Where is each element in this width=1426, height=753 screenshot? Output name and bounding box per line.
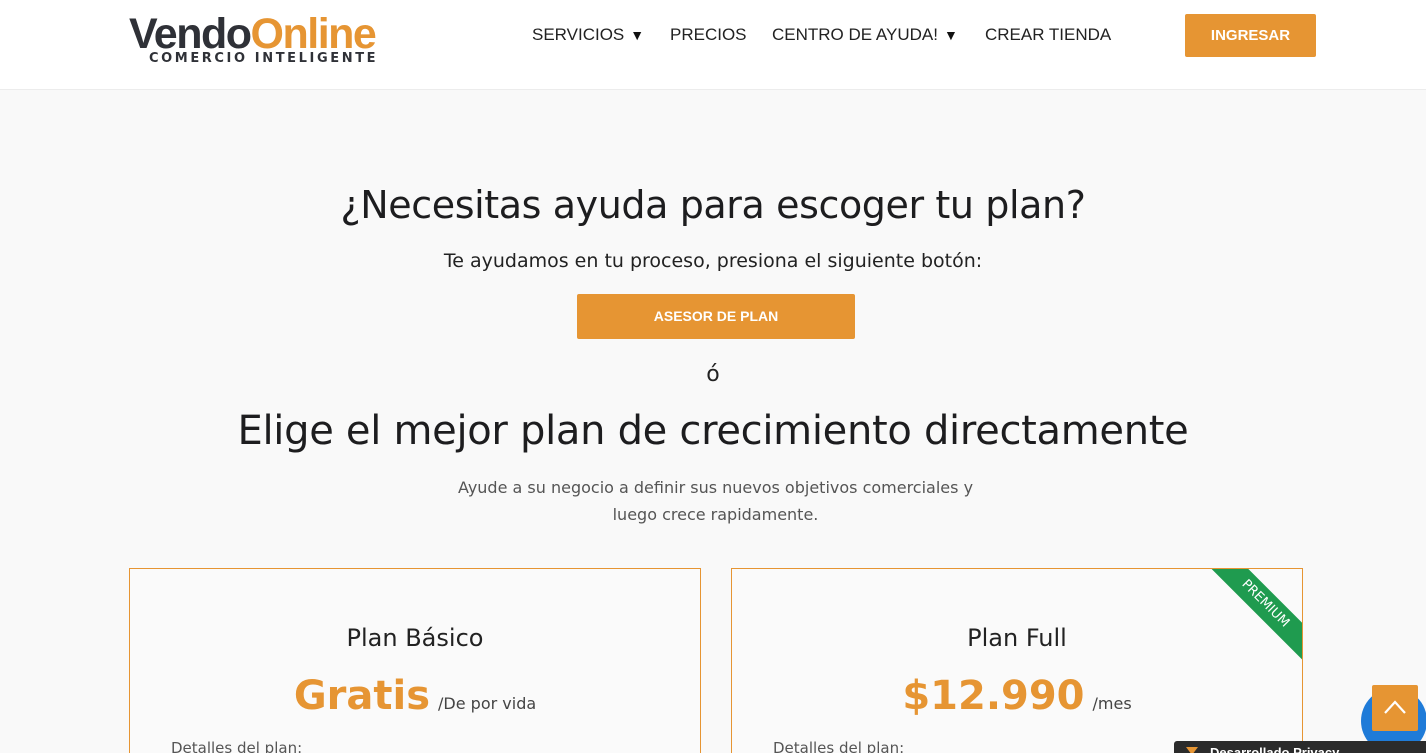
plan-period: /mes — [1092, 694, 1132, 713]
login-button[interactable]: INGRESAR — [1185, 14, 1316, 57]
chevron-up-icon — [1384, 700, 1406, 714]
nav-item-label: SERVICIOS — [532, 25, 625, 44]
nav-item-label: PRECIOS — [670, 25, 747, 44]
nav-item-label: CREAR TIENDA — [985, 25, 1112, 44]
plan-price: Gratis — [293, 673, 431, 719]
plan-price-row: Gratis/De por vida — [130, 673, 700, 719]
site-logo[interactable]: VendoOnline COMERCIO INTELIGENTE — [129, 10, 404, 70]
plan-name: Plan Full — [967, 624, 1067, 652]
plan-price: $12.990 — [902, 673, 1085, 719]
scroll-to-top-button[interactable] — [1372, 685, 1418, 731]
plan-card-basico: Plan Básico Gratis/De por vida Detalles … — [129, 568, 701, 753]
help-subtitle: Te ayudamos en tu proceso, presiona el s… — [443, 250, 983, 272]
plan-details-label: Detalles del plan: — [171, 739, 303, 753]
or-separator: ó — [706, 362, 720, 387]
nav-item-precios[interactable]: PRECIOS — [670, 24, 747, 46]
plan-price-row: $12.990/mes — [732, 673, 1302, 719]
plan-details-label: Detalles del plan: — [773, 739, 905, 753]
plan-period: /De por vida — [438, 694, 537, 713]
cookie-bar-text: Desarrollado Privacy — [1210, 745, 1340, 753]
plan-advisor-button[interactable]: ASESOR DE PLAN — [577, 294, 855, 339]
cookie-consent-bar[interactable]: Desarrollado Privacy — [1174, 741, 1426, 753]
caret-down-icon: ▼ — [630, 27, 645, 43]
help-title: ¿Necesitas ayuda para escoger tu plan? — [340, 183, 1086, 227]
nav-item-label: CENTRO DE AYUDA! — [772, 25, 938, 44]
plan-card-full: PREMIUM Plan Full $12.990/mes Detalles d… — [731, 568, 1303, 753]
caret-down-icon — [1186, 747, 1198, 753]
site-header: VendoOnline COMERCIO INTELIGENTE SERVICI… — [0, 0, 1426, 90]
nav-item-servicios[interactable]: SERVICIOS ▼ — [532, 24, 644, 46]
plan-name: Plan Básico — [346, 624, 484, 652]
nav-item-crear-tienda[interactable]: CREAR TIENDA — [985, 24, 1111, 46]
plans-description: Ayude a su negocio a definir sus nuevos … — [457, 478, 974, 524]
plans-title: Elige el mejor plan de crecimiento direc… — [237, 408, 1189, 454]
caret-down-icon: ▼ — [943, 27, 958, 43]
logo-tagline: COMERCIO INTELIGENTE — [149, 51, 379, 66]
nav-item-centro-de-ayuda[interactable]: CENTRO DE AYUDA! ▼ — [772, 24, 958, 46]
